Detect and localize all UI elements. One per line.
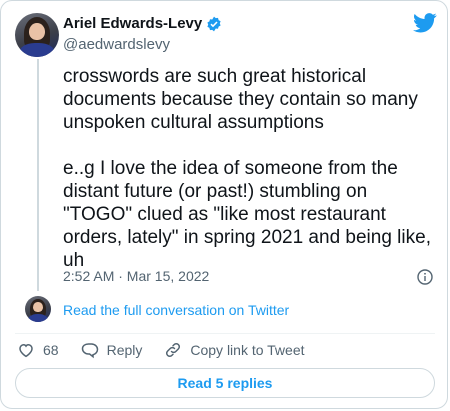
tweet-timestamp[interactable]: 2:52 AM · Mar 15, 2022 [63, 268, 209, 284]
link-icon [166, 342, 181, 358]
read-conversation-link[interactable]: Read the full conversation on Twitter [63, 302, 289, 318]
author-name-row[interactable]: Ariel Edwards-Levy [63, 15, 222, 32]
like-button[interactable]: 68 [17, 341, 59, 359]
thread-line [37, 59, 39, 291]
info-icon[interactable] [417, 269, 433, 285]
copy-link-button[interactable]: Copy link to Tweet [164, 341, 305, 359]
actions-bar: 68 Reply Copy link to Tweet [17, 341, 327, 359]
author-handle[interactable]: @aedwardslevy [63, 36, 170, 53]
tweet-text: crosswords are such great historical doc… [63, 66, 431, 271]
author-name[interactable]: Ariel Edwards-Levy [63, 15, 202, 32]
verified-badge-icon [207, 16, 221, 31]
author-avatar[interactable] [15, 13, 59, 57]
tweet-card: Ariel Edwards-Levy @aedwardslevy crosswo… [0, 0, 448, 409]
reply-button[interactable]: Reply [81, 341, 143, 359]
twitter-bird-icon[interactable] [413, 13, 437, 33]
reply-label: Reply [106, 342, 143, 358]
copy-link-label: Copy link to Tweet [190, 342, 305, 358]
reply-icon [81, 343, 98, 359]
conversation-avatar[interactable] [25, 296, 51, 322]
read-replies-button[interactable]: Read 5 replies [15, 368, 435, 398]
divider [15, 333, 435, 334]
like-count: 68 [43, 342, 59, 358]
heart-icon [19, 343, 33, 358]
